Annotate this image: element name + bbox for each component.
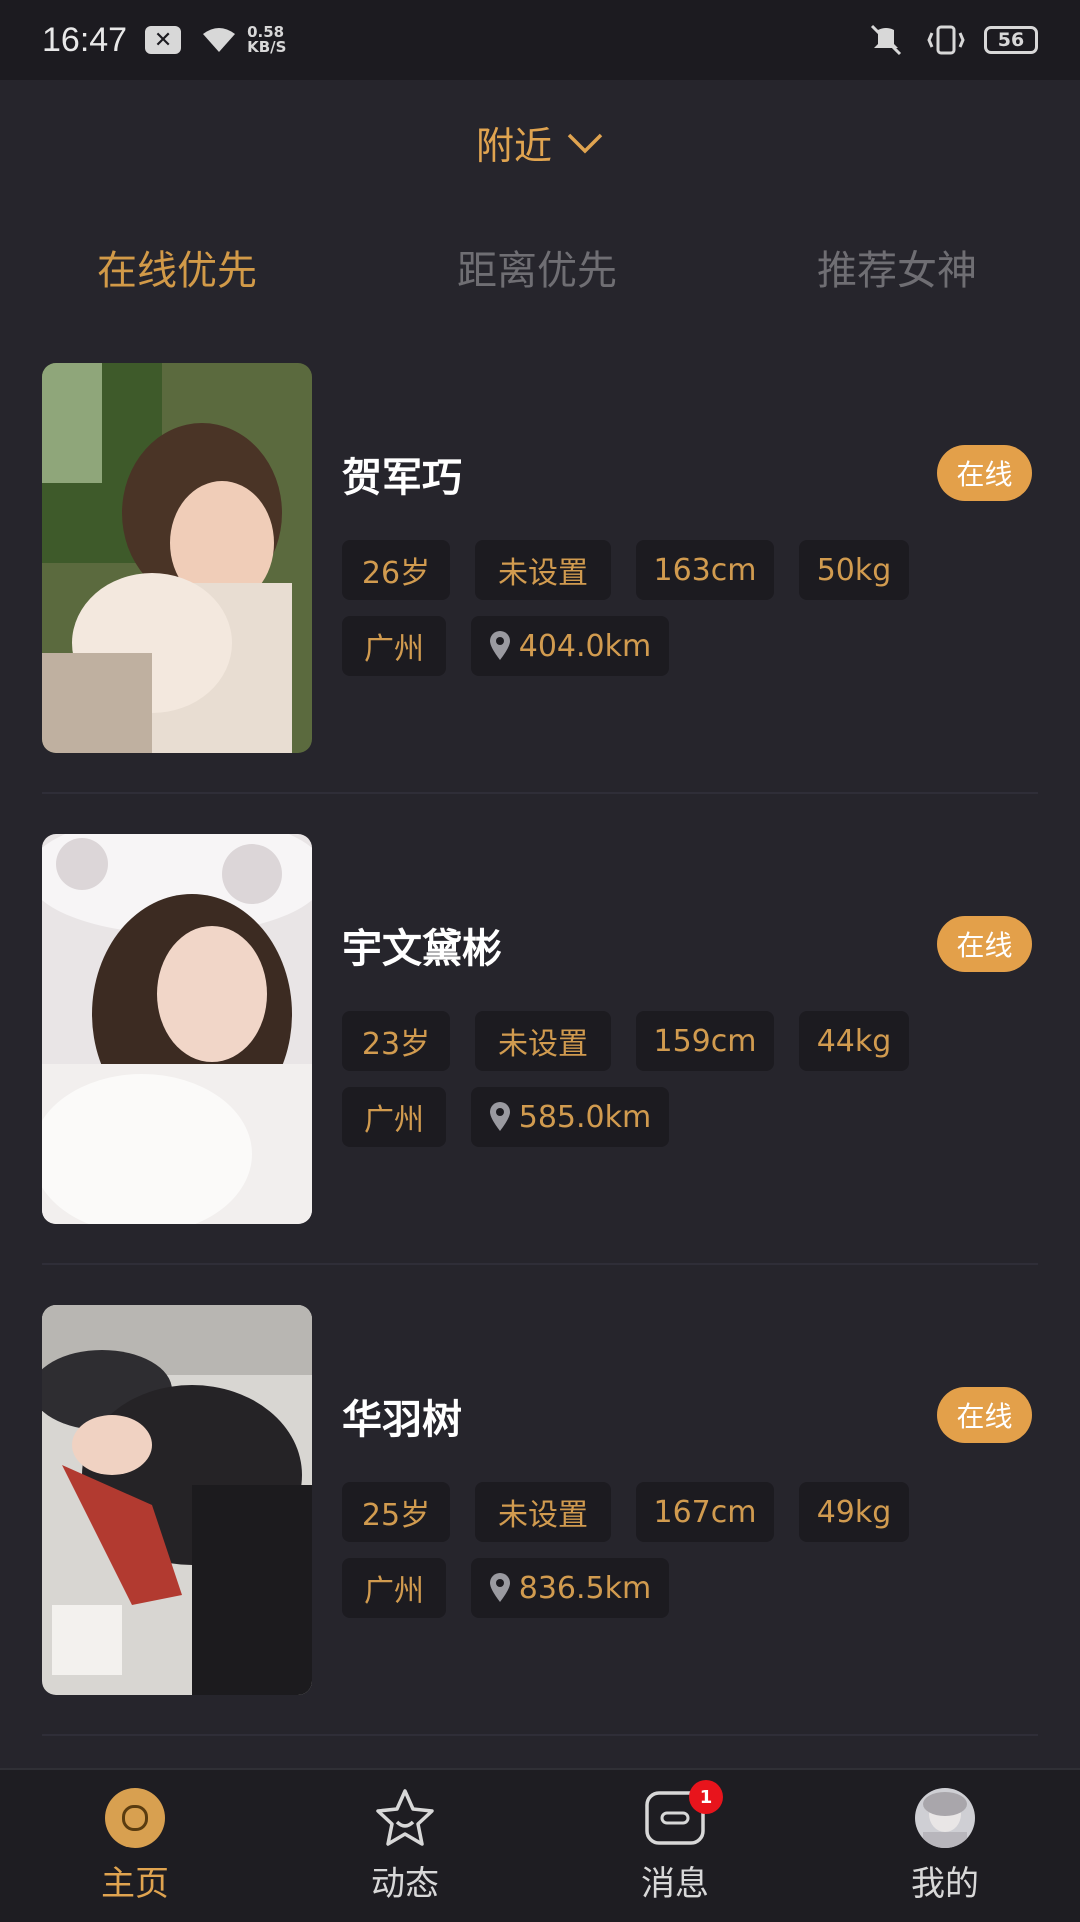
user-name: 华羽树 xyxy=(342,1397,462,1443)
home-icon xyxy=(103,1786,167,1850)
net-speed: 0.58 KB/S xyxy=(247,25,286,55)
distance-chip: 585.0km xyxy=(471,1087,669,1147)
city-chip: 广州 xyxy=(342,1558,446,1618)
tab-online-first[interactable]: 在线优先 xyxy=(97,238,257,296)
wifi-icon xyxy=(199,24,239,56)
age-chip: 26岁 xyxy=(342,540,450,600)
avatar xyxy=(915,1788,975,1848)
star-icon xyxy=(373,1786,437,1850)
distance-chip: 404.0km xyxy=(471,616,669,676)
message-icon: 1 xyxy=(643,1780,723,1850)
user-card[interactable]: 宇文黛彬 在线 23岁 未设置 159cm 44kg 广州 585.0km xyxy=(0,834,1080,1304)
user-photo[interactable] xyxy=(42,834,312,1224)
user-photo[interactable] xyxy=(42,1305,312,1695)
vibrate-icon xyxy=(926,24,966,56)
user-name: 贺军巧 xyxy=(342,455,462,501)
net-speed-unit: KB/S xyxy=(247,38,287,56)
height-chip: 167cm xyxy=(636,1482,774,1542)
online-badge: 在线 xyxy=(937,445,1032,501)
height-chip: 159cm xyxy=(636,1011,774,1071)
location-pin-icon xyxy=(489,1573,511,1603)
status-time: 16:47 xyxy=(42,20,128,59)
filter-tabs: 在线优先 距离优先 推荐女神 xyxy=(0,238,1080,298)
unset-chip: 未设置 xyxy=(475,1011,611,1071)
nav-messages-label: 消息 xyxy=(641,1864,709,1904)
nav-home[interactable]: 主页 xyxy=(55,1786,215,1905)
notification-x-icon: ✕ xyxy=(145,26,182,54)
city-chip: 广州 xyxy=(342,616,446,676)
mute-bell-icon xyxy=(864,24,908,56)
location-pin-icon xyxy=(489,1102,511,1132)
online-badge: 在线 xyxy=(937,1387,1032,1443)
user-name: 宇文黛彬 xyxy=(342,926,502,972)
nav-mine[interactable]: 我的 xyxy=(865,1786,1025,1905)
weight-chip: 44kg xyxy=(799,1011,909,1071)
status-bar: 16:47 ✕ 0.58 KB/S 56 xyxy=(0,0,1080,80)
nav-moments-label: 动态 xyxy=(371,1864,439,1904)
city-chip: 广州 xyxy=(342,1087,446,1147)
user-card[interactable]: 贺军巧 在线 26岁 未设置 163cm 50kg 广州 404.0km xyxy=(0,363,1080,833)
distance-chip: 836.5km xyxy=(471,1558,669,1618)
location-pin-icon xyxy=(489,631,511,661)
location-selector[interactable]: 附近 xyxy=(0,115,1080,170)
distance-text: 585.0km xyxy=(518,1099,652,1135)
divider xyxy=(42,1734,1038,1736)
weight-chip: 50kg xyxy=(799,540,909,600)
bottom-nav: 主页 动态 1 消息 我的 xyxy=(0,1768,1080,1922)
nav-mine-label: 我的 xyxy=(911,1864,979,1904)
tab-distance-first[interactable]: 距离优先 xyxy=(457,238,617,296)
chevron-down-icon xyxy=(567,133,603,153)
user-photo[interactable] xyxy=(42,363,312,753)
battery-icon: 56 xyxy=(984,26,1038,54)
divider xyxy=(42,1263,1038,1265)
height-chip: 163cm xyxy=(636,540,774,600)
nav-moments[interactable]: 动态 xyxy=(325,1786,485,1905)
divider xyxy=(42,792,1038,794)
age-chip: 25岁 xyxy=(342,1482,450,1542)
nav-home-label: 主页 xyxy=(101,1864,169,1904)
user-card[interactable]: 华羽树 在线 25岁 未设置 167cm 49kg 广州 836.5km xyxy=(0,1305,1080,1775)
distance-text: 836.5km xyxy=(518,1570,652,1606)
age-chip: 23岁 xyxy=(342,1011,450,1071)
unset-chip: 未设置 xyxy=(475,1482,611,1542)
online-badge: 在线 xyxy=(937,916,1032,972)
tab-recommended[interactable]: 推荐女神 xyxy=(817,238,977,296)
nav-messages[interactable]: 1 消息 xyxy=(595,1780,755,1905)
location-title: 附近 xyxy=(475,124,552,168)
weight-chip: 49kg xyxy=(799,1482,909,1542)
distance-text: 404.0km xyxy=(518,628,652,664)
messages-badge: 1 xyxy=(689,1780,723,1814)
unset-chip: 未设置 xyxy=(475,540,611,600)
